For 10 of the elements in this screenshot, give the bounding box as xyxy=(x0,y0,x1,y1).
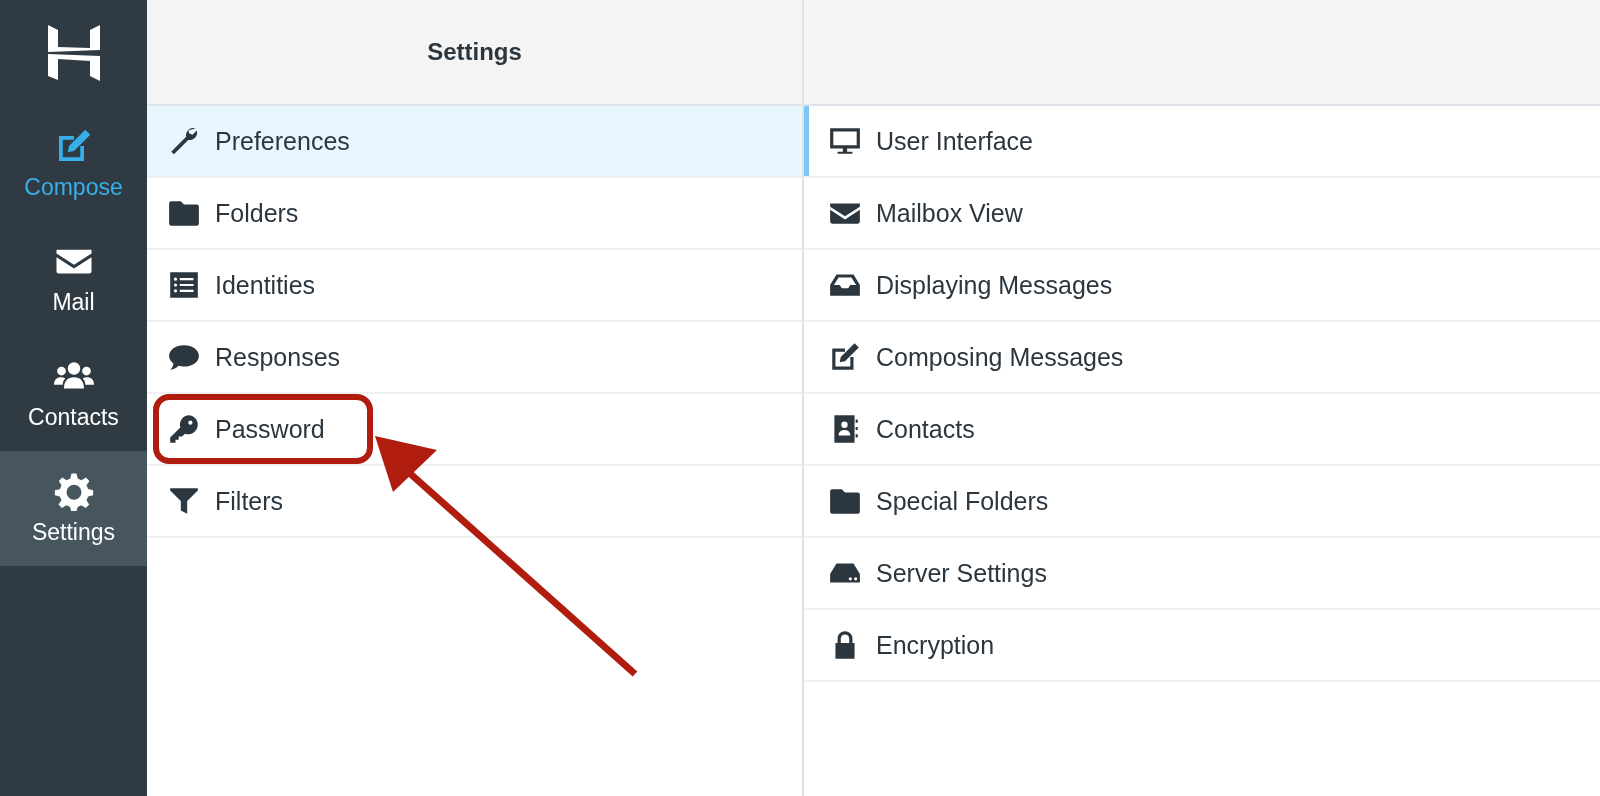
nav-item[interactable]: Mail xyxy=(0,221,147,336)
section-item[interactable]: User Interface xyxy=(804,106,1600,178)
logo-icon xyxy=(47,25,100,81)
nav-item[interactable]: Compose xyxy=(0,106,147,221)
nav-item[interactable]: Settings xyxy=(0,451,147,566)
settings-title: Settings xyxy=(427,38,522,66)
category-item[interactable]: Preferences xyxy=(147,106,802,178)
settings-icon xyxy=(53,471,94,511)
nav-item[interactable]: Contacts xyxy=(0,336,147,451)
key-icon xyxy=(167,412,201,446)
